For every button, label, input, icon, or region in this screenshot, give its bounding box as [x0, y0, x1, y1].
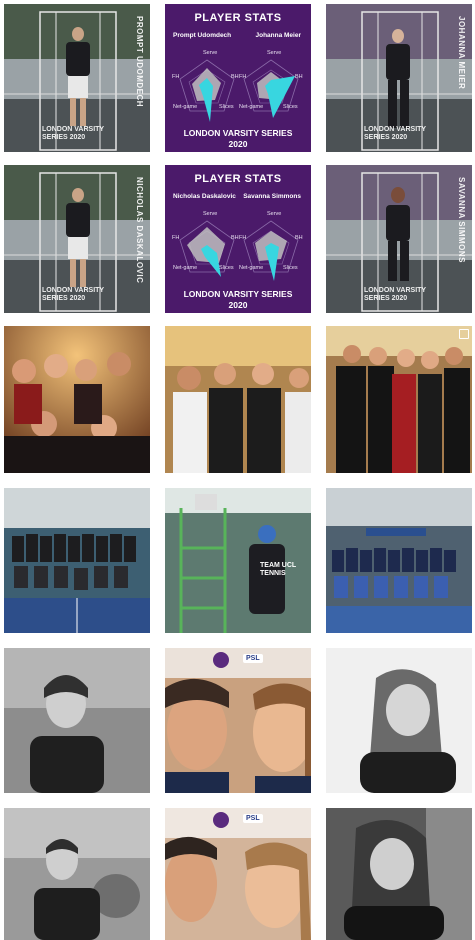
stats-footer-year: 2020 [228, 300, 248, 310]
post-stats-card-1[interactable]: PLAYER STATS Prompt Udomdech Johanna Mei… [165, 4, 311, 152]
axis-label-serve-2: Serve [267, 50, 282, 56]
axis-label-fh-2: FH [239, 74, 247, 80]
post-portrait-bw-2[interactable] [326, 648, 472, 793]
axis-label-slices: Slices [219, 104, 234, 110]
post-psl-promo-1[interactable]: PSL [165, 648, 311, 793]
player-left-name: Nicholas Daskalovic [173, 193, 236, 200]
player-name-label: SAVANNA SIMMONS [457, 177, 466, 264]
axis-label-netgame-2: Net-game [239, 104, 264, 110]
axis-label-netgame-2: Net-game [239, 265, 264, 271]
psl-promo-photo [165, 648, 311, 793]
axis-label-bh-2: BH [295, 235, 303, 241]
axis-label-fh: FH [172, 235, 180, 241]
shirt-text: TEAM UCL TENNIS [260, 562, 297, 577]
umpire-chair-photo [165, 488, 311, 633]
psl-badge: PSL [243, 814, 263, 823]
axis-label-bh-2: BH [295, 74, 303, 80]
team-photo-indoor-court [4, 488, 150, 633]
series-footer: LONDON VARSITY SERIES 2020 [364, 126, 427, 141]
post-player-card-johanna[interactable]: JOHANNA MEIER LONDON VARSITY SERIES 2020 [326, 4, 472, 152]
player-name-label: NICHOLAS DASKALOVIC [135, 177, 144, 284]
gala-group-photo [165, 326, 311, 473]
gala-group-photo [4, 326, 150, 473]
post-player-card-nicholas[interactable]: NICHOLAS DASKALOVIC LONDON VARSITY SERIES… [4, 165, 150, 313]
series-footer: LONDON VARSITY SERIES 2020 [42, 126, 105, 141]
bw-portrait [326, 648, 472, 793]
multi-image-icon [459, 329, 469, 339]
bw-portrait [4, 648, 150, 793]
axis-label-fh-2: FH [239, 235, 247, 241]
stats-footer: LONDON VARSITY SERIES [183, 128, 293, 138]
axis-label-fh: FH [172, 74, 180, 80]
player-left-name: Prompt Udomdech [173, 32, 232, 39]
axis-label-netgame: Net-game [173, 265, 198, 271]
post-team-photo-2[interactable] [326, 488, 472, 633]
axis-label-serve-2: Serve [267, 211, 282, 217]
bw-portrait [326, 808, 472, 940]
post-portrait-bw-4[interactable] [326, 808, 472, 940]
axis-label-serve: Serve [203, 211, 218, 217]
series-footer: LONDON VARSITY SERIES 2020 [42, 287, 105, 302]
axis-label-netgame: Net-game [173, 104, 198, 110]
profile-post-grid: PROMPT UDOMDECH LONDON VARSITY SERIES 202… [0, 0, 475, 940]
post-gala-photo-1[interactable] [4, 326, 150, 473]
post-team-photo-1[interactable] [4, 488, 150, 633]
stats-title: PLAYER STATS [194, 173, 282, 185]
post-portrait-bw-1[interactable] [4, 648, 150, 793]
university-logo-icon [213, 812, 229, 828]
post-gala-photo-3[interactable] [326, 326, 472, 473]
post-player-card-prompt[interactable]: PROMPT UDOMDECH LONDON VARSITY SERIES 202… [4, 4, 150, 152]
axis-label-slices-2: Slices [283, 265, 298, 271]
post-portrait-bw-3[interactable] [4, 808, 150, 940]
post-gala-photo-2[interactable] [165, 326, 311, 473]
post-player-card-savanna[interactable]: SAVANNA SIMMONS LONDON VARSITY SERIES 202… [326, 165, 472, 313]
post-psl-promo-2[interactable]: PSL [165, 808, 311, 940]
axis-label-slices: Slices [219, 265, 234, 271]
stats-title: PLAYER STATS [194, 12, 282, 24]
stats-footer: LONDON VARSITY SERIES [183, 289, 293, 299]
post-stats-card-2[interactable]: PLAYER STATS Nicholas Daskalovic Savanna… [165, 165, 311, 313]
psl-badge: PSL [243, 654, 263, 663]
post-umpire-chair-photo[interactable]: TEAM UCL TENNIS [165, 488, 311, 633]
stats-footer-year: 2020 [228, 139, 248, 149]
player-name-label: PROMPT UDOMDECH [135, 16, 144, 108]
axis-label-serve: Serve [203, 50, 218, 56]
gala-group-photo [326, 326, 472, 473]
axis-label-bh: BH [231, 235, 239, 241]
university-logo-icon [213, 652, 229, 668]
team-photo-indoor-court [326, 488, 472, 633]
player-name-label: JOHANNA MEIER [457, 16, 466, 90]
player-right-name: Johanna Meier [255, 32, 301, 39]
axis-label-bh: BH [231, 74, 239, 80]
bw-portrait [4, 808, 150, 940]
axis-label-slices-2: Slices [283, 104, 298, 110]
psl-promo-photo [165, 808, 311, 940]
player-right-name: Savanna Simmons [243, 193, 301, 200]
series-footer: LONDON VARSITY SERIES 2020 [364, 287, 427, 302]
